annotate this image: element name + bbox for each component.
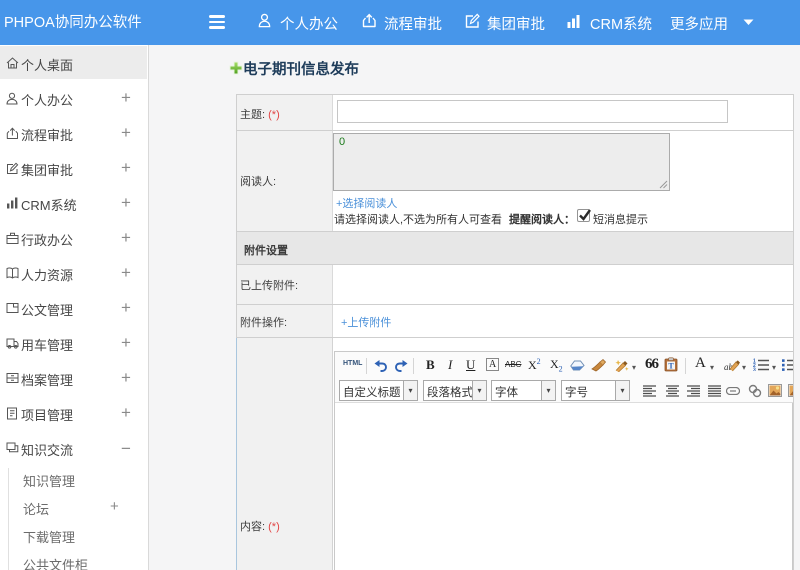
svg-text:3: 3	[753, 368, 756, 372]
svg-text:T: T	[668, 361, 674, 370]
